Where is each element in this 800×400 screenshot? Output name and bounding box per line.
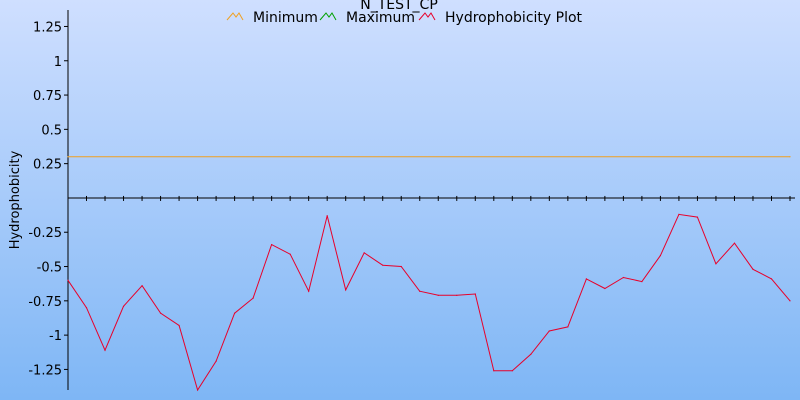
- y-tick-label: -0.75: [28, 295, 62, 310]
- data-point-hydrophobicity-plot: [493, 370, 495, 372]
- data-point-hydrophobicity-plot: [67, 279, 69, 281]
- data-point-hydrophobicity-plot: [641, 281, 643, 283]
- data-point-hydrophobicity-plot: [419, 290, 421, 292]
- data-point-hydrophobicity-plot: [696, 216, 699, 218]
- data-point-hydrophobicity-plot: [511, 370, 513, 372]
- data-point-hydrophobicity-plot: [271, 243, 273, 246]
- data-point-hydrophobicity-plot: [659, 254, 662, 257]
- data-point-hydrophobicity-plot: [456, 294, 458, 296]
- chart-canvas: N_TEST_CP Minimum Maximum Hydrophobicity…: [0, 0, 800, 400]
- data-point-hydrophobicity-plot: [104, 349, 106, 351]
- data-point-hydrophobicity-plot: [252, 297, 254, 299]
- y-tick-label: -1: [49, 329, 62, 344]
- data-point-hydrophobicity-plot: [789, 300, 791, 302]
- data-point-hydrophobicity-plot: [196, 389, 199, 391]
- data-point-hydrophobicity-plot: [382, 264, 384, 266]
- data-point-hydrophobicity-plot: [585, 278, 587, 280]
- legend-hydrophobicity-label: Hydrophobicity Plot: [445, 10, 583, 26]
- y-axis-label: Hydrophobicity: [8, 150, 23, 249]
- y-tick-label: 0.75: [33, 89, 62, 104]
- y-tick-label: 0.25: [33, 158, 62, 173]
- data-point-hydrophobicity-plot: [604, 287, 606, 290]
- hydrophobicity-chart: N_TEST_CP Minimum Maximum Hydrophobicity…: [0, 0, 800, 400]
- y-tick-label: -0.25: [28, 226, 62, 241]
- data-point-hydrophobicity-plot: [141, 285, 143, 287]
- data-point-hydrophobicity-plot: [159, 312, 162, 314]
- data-point-hydrophobicity-plot: [122, 305, 125, 307]
- legend-minimum-label: Minimum: [253, 10, 318, 26]
- y-tick-label: 1: [54, 55, 62, 70]
- data-point-hydrophobicity-plot: [289, 253, 291, 255]
- data-point-hydrophobicity-plot: [530, 353, 532, 355]
- data-point-hydrophobicity-plot: [567, 326, 569, 328]
- y-tick-label: -0.5: [37, 261, 62, 276]
- data-point-hydrophobicity-plot: [678, 213, 680, 216]
- data-point-hydrophobicity-plot: [752, 268, 754, 270]
- data-point-hydrophobicity-plot: [474, 293, 476, 295]
- y-tick-label: 1.25: [33, 20, 62, 35]
- data-point-hydrophobicity-plot: [308, 290, 310, 292]
- data-point-hydrophobicity-plot: [234, 312, 236, 314]
- chart-background: [0, 0, 800, 400]
- data-point-minimum: [789, 156, 791, 158]
- data-point-hydrophobicity-plot: [733, 242, 736, 244]
- data-point-minimum: [67, 156, 69, 158]
- data-point-hydrophobicity-plot: [548, 330, 550, 332]
- data-point-hydrophobicity-plot: [437, 294, 439, 296]
- data-point-hydrophobicity-plot: [363, 252, 365, 254]
- data-point-hydrophobicity-plot: [715, 263, 717, 265]
- data-point-hydrophobicity-plot: [326, 215, 328, 217]
- data-point-hydrophobicity-plot: [400, 265, 402, 268]
- legend-maximum-label: Maximum: [346, 10, 415, 26]
- legend: Minimum Maximum Hydrophobicity Plot: [226, 10, 583, 26]
- y-tick-label: 0.5: [41, 123, 62, 138]
- data-point-hydrophobicity-plot: [345, 289, 347, 291]
- data-point-hydrophobicity-plot: [770, 278, 773, 280]
- data-point-hydrophobicity-plot: [178, 324, 180, 327]
- data-point-hydrophobicity-plot: [85, 307, 88, 309]
- y-tick-label: -1.25: [28, 363, 62, 378]
- data-point-hydrophobicity-plot: [215, 360, 217, 362]
- data-point-hydrophobicity-plot: [622, 276, 624, 279]
